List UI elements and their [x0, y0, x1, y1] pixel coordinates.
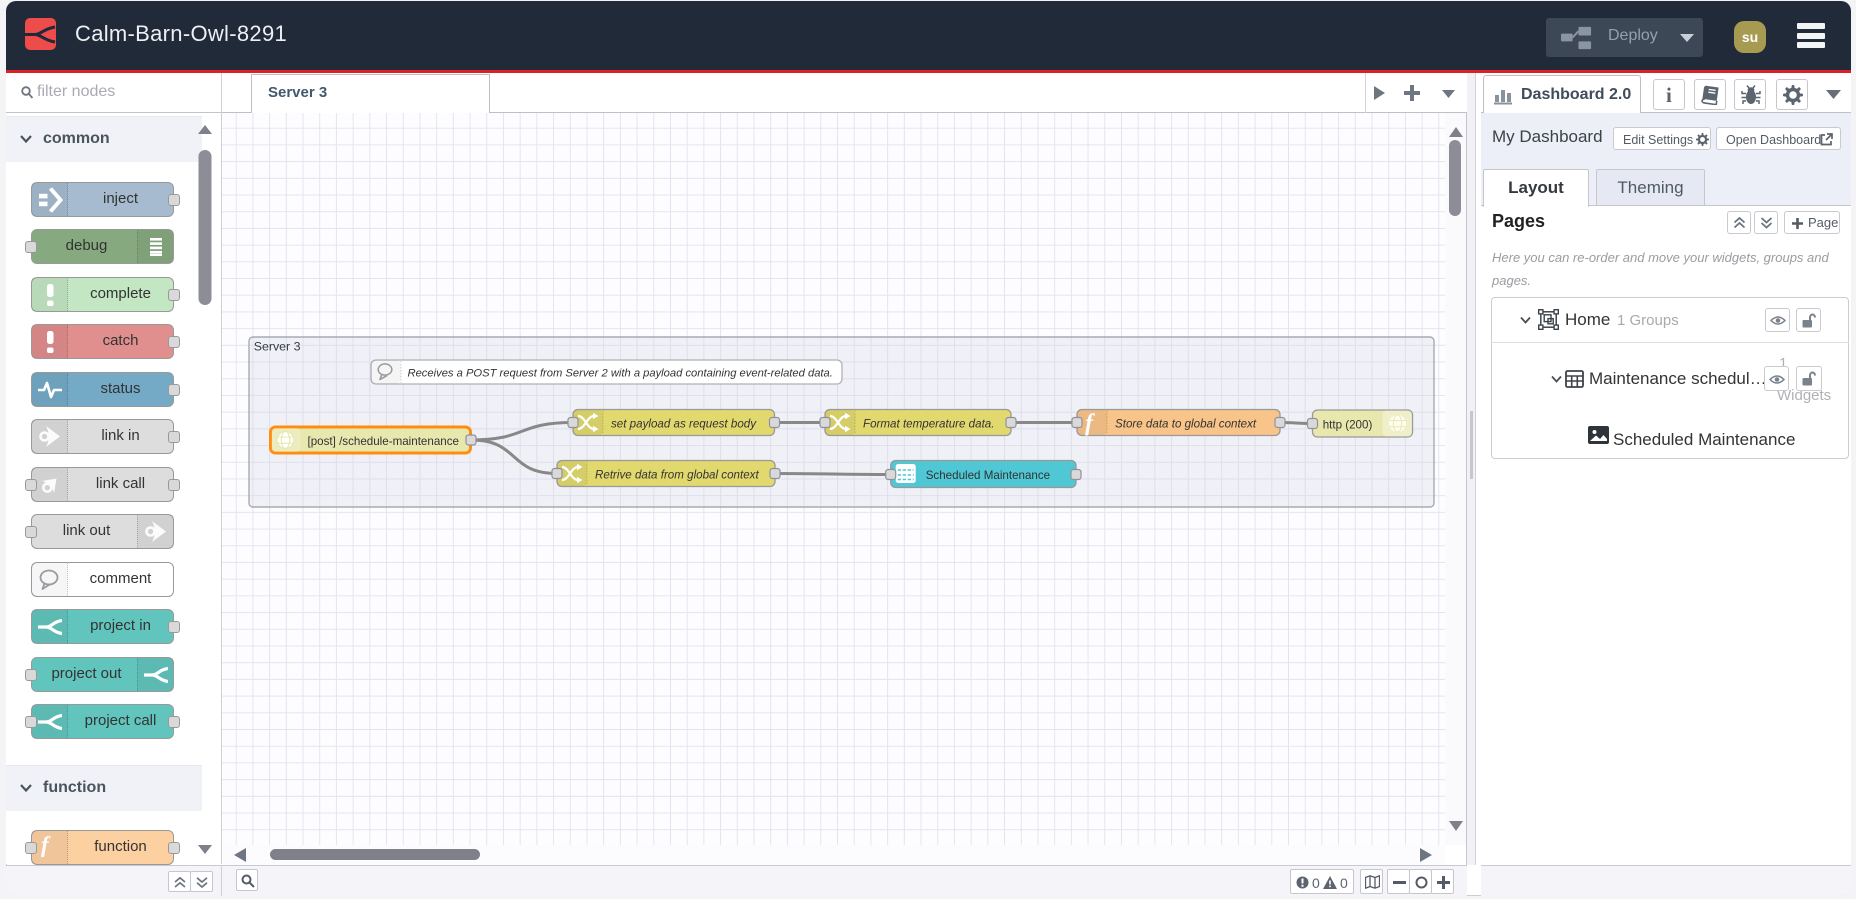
svg-text:Scheduled Maintenance: Scheduled Maintenance [926, 469, 1050, 482]
svg-text:Receives a POST request from S: Receives a POST request from Server 2 wi… [408, 368, 833, 380]
svg-text:Server 3: Server 3 [254, 340, 301, 354]
svg-text:Retrive data from global conte: Retrive data from global context [595, 469, 759, 482]
svg-text:Format temperature data.: Format temperature data. [863, 418, 994, 431]
svg-text:set payload as request body: set payload as request body [611, 418, 757, 431]
svg-text:Store data to global context: Store data to global context [1115, 418, 1257, 431]
svg-text:[post] /schedule-maintenance: [post] /schedule-maintenance [308, 435, 459, 448]
svg-text:http (200): http (200) [1323, 419, 1373, 432]
